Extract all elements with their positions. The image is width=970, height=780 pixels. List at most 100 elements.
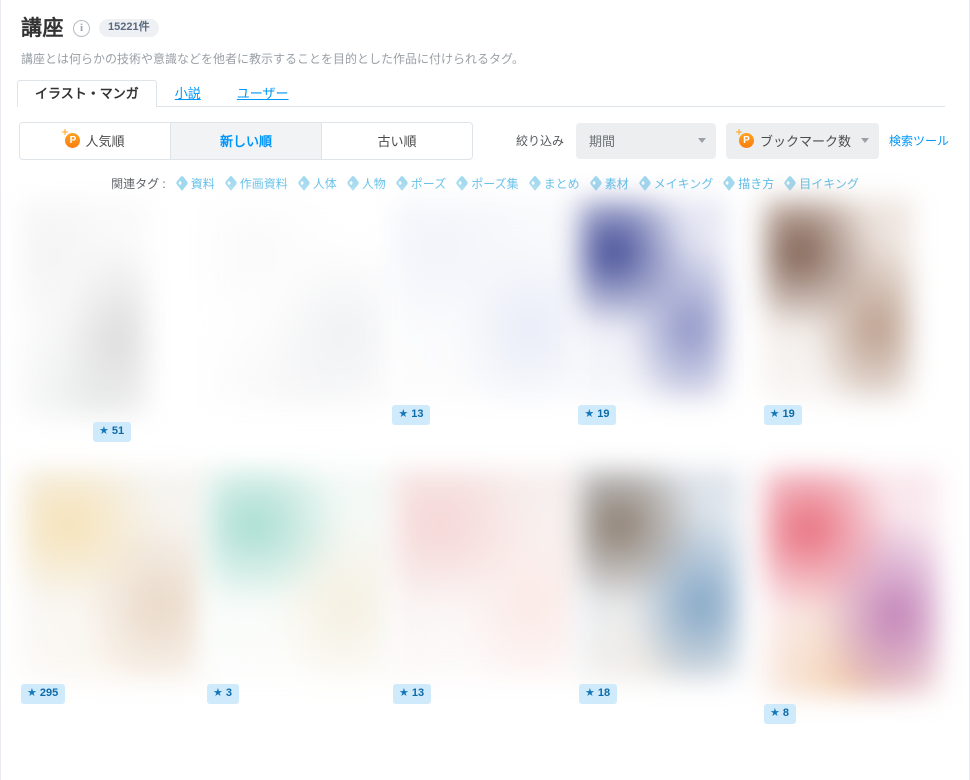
related-tag-label: 描き方 [738, 176, 775, 191]
artwork-thumbnail[interactable] [392, 199, 579, 400]
related-tag-item[interactable]: メイキング [638, 175, 714, 192]
related-tag-item[interactable]: 資料 [175, 175, 215, 192]
related-tag-item[interactable]: ポーズ集 [455, 175, 519, 192]
bookmark-count-badge[interactable]: ★ 13 [392, 404, 431, 425]
bookmark-count-badge[interactable]: ★ 19 [578, 404, 617, 425]
artwork-thumbnail[interactable] [764, 469, 940, 696]
artwork-cell [206, 199, 393, 470]
related-tag-label: 目イキング [799, 176, 859, 191]
artwork-thumbnail[interactable] [393, 469, 579, 680]
bookmark-count-badge[interactable]: ★ 295 [21, 683, 66, 704]
related-tag-item[interactable]: 素材 [589, 175, 629, 192]
sort-button-newest[interactable]: 新しい順 [171, 122, 322, 159]
related-tag-label: まとめ [543, 176, 580, 191]
bookmark-count-badge[interactable]: ★ 3 [207, 683, 239, 704]
related-tag-item[interactable]: 描き方 [722, 175, 775, 192]
tag-icon [297, 175, 311, 192]
star-icon: ★ [585, 686, 595, 699]
artwork-cell: ★ 19 [763, 199, 949, 470]
related-tags: 関連タグ : 資料 作画資料 人体 人物 ポーズ ポーズ集 まとめ 素材 メイキ… [1, 161, 969, 192]
search-results-page: 講座 i 15221件 講座とは何らかの技術や意識などを他者に教示することを目的… [0, 0, 970, 780]
related-tag-item[interactable]: 人体 [297, 175, 337, 192]
bookmark-count-select[interactable]: P ブックマーク数 [725, 122, 879, 159]
artwork-cell: ★ 295 [21, 469, 207, 740]
star-icon: ★ [213, 686, 223, 699]
sort-button-popular-label: 人気順 [85, 134, 125, 150]
thumbnail-image [21, 199, 149, 416]
bookmark-count-value: 18 [597, 686, 611, 699]
related-tag-item[interactable]: ポーズ [395, 175, 447, 192]
artwork-thumbnail[interactable] [578, 199, 727, 400]
artwork-thumbnail[interactable] [579, 469, 741, 680]
bookmark-count-badge[interactable]: ★ 51 [93, 421, 132, 442]
tag-icon [224, 175, 238, 192]
artwork-thumbnail[interactable] [21, 469, 207, 680]
thumbnail-image [21, 469, 207, 680]
artwork-cell: ★ 3 [207, 469, 393, 740]
related-tag-item[interactable]: 目イキング [783, 175, 859, 192]
tag-icon [346, 175, 360, 192]
artwork-thumbnail[interactable] [207, 469, 393, 680]
artwork-cell: ★ 13 [392, 199, 579, 470]
thumbnail-image [207, 469, 393, 680]
tag-icon [528, 175, 541, 192]
tag-icon [722, 175, 736, 192]
related-tag-item[interactable]: まとめ [528, 175, 580, 192]
bookmark-count-value: 3 [225, 686, 232, 699]
info-icon[interactable]: i [73, 19, 90, 37]
chevron-down-icon [860, 138, 869, 144]
tag-icon [175, 175, 189, 192]
artwork-cell: ★ 13 [393, 469, 579, 740]
thumbnail-image [578, 199, 727, 400]
results-row: ★ 51 ★ 13 ★ 19 ★ 19 [21, 199, 949, 470]
related-tag-item[interactable]: 人物 [346, 175, 386, 192]
bookmark-count-value: 295 [39, 686, 59, 699]
sort-button-oldest-label: 古い順 [377, 134, 417, 150]
tag-description: 講座とは何らかの技術や意識などを他者に教示することを目的とした作品に付けられるタ… [21, 52, 525, 66]
related-tag-label: ポーズ集 [471, 176, 519, 191]
tab-illustrations-manga[interactable]: イラスト・マンガ [17, 79, 157, 107]
artwork-thumbnail[interactable] [763, 199, 912, 400]
bookmark-count-select-value: ブックマーク数 [759, 134, 851, 150]
bookmark-count-badge[interactable]: ★ 19 [763, 404, 802, 425]
related-tag-label: 素材 [604, 176, 629, 191]
tab-users[interactable]: ユーザー [219, 80, 307, 107]
thumbnail-image [764, 469, 940, 696]
related-tags-label: 関連タグ : [111, 176, 166, 191]
tag-icon [783, 175, 797, 192]
bookmark-count-value: 51 [111, 424, 125, 437]
bookmark-count-value: 13 [411, 407, 424, 420]
thumbnail-image [579, 469, 741, 680]
related-tag-item[interactable]: 作画資料 [224, 175, 288, 192]
bookmark-count-badge[interactable]: ★ 13 [393, 683, 432, 704]
title-row: 講座 i 15221件 [21, 14, 949, 42]
tag-icon [455, 175, 469, 192]
page-title: 講座 [21, 16, 64, 40]
controls-bar: P 人気順 新しい順 古い順 絞り込み 期間 P ブックマーク数 検索ツール [1, 107, 969, 161]
bookmark-count-badge[interactable]: ★ 18 [579, 683, 618, 704]
filter-area: 絞り込み 期間 P ブックマーク数 検索ツール [516, 122, 949, 159]
star-icon: ★ [584, 407, 595, 420]
search-tools-link[interactable]: 検索ツール [889, 132, 949, 149]
related-tag-label: 資料 [190, 176, 215, 191]
related-tag-label: ポーズ [410, 176, 447, 191]
tag-icon [589, 175, 602, 192]
result-count-badge: 15221件 [99, 19, 159, 37]
star-icon: ★ [27, 686, 37, 699]
artwork-cell: ★ 18 [579, 469, 764, 740]
chevron-down-icon [697, 138, 706, 144]
artwork-thumbnail[interactable] [206, 199, 393, 405]
related-tag-label: メイキング [653, 176, 714, 191]
bookmark-count-badge[interactable]: ★ 8 [764, 703, 796, 724]
sort-button-popular[interactable]: P 人気順 [20, 122, 171, 159]
bookmark-count-value: 19 [597, 407, 610, 420]
artwork-cell: ★ 8 [764, 469, 949, 740]
period-select[interactable]: 期間 [575, 122, 716, 159]
tag-icon [395, 175, 409, 192]
related-tag-label: 人体 [312, 176, 337, 191]
sort-button-oldest[interactable]: 古い順 [322, 122, 472, 159]
tab-novels[interactable]: 小説 [157, 80, 219, 107]
artwork-cell: ★ 19 [578, 199, 763, 470]
period-select-value: 期間 [588, 134, 615, 150]
artwork-thumbnail[interactable] [21, 199, 149, 416]
